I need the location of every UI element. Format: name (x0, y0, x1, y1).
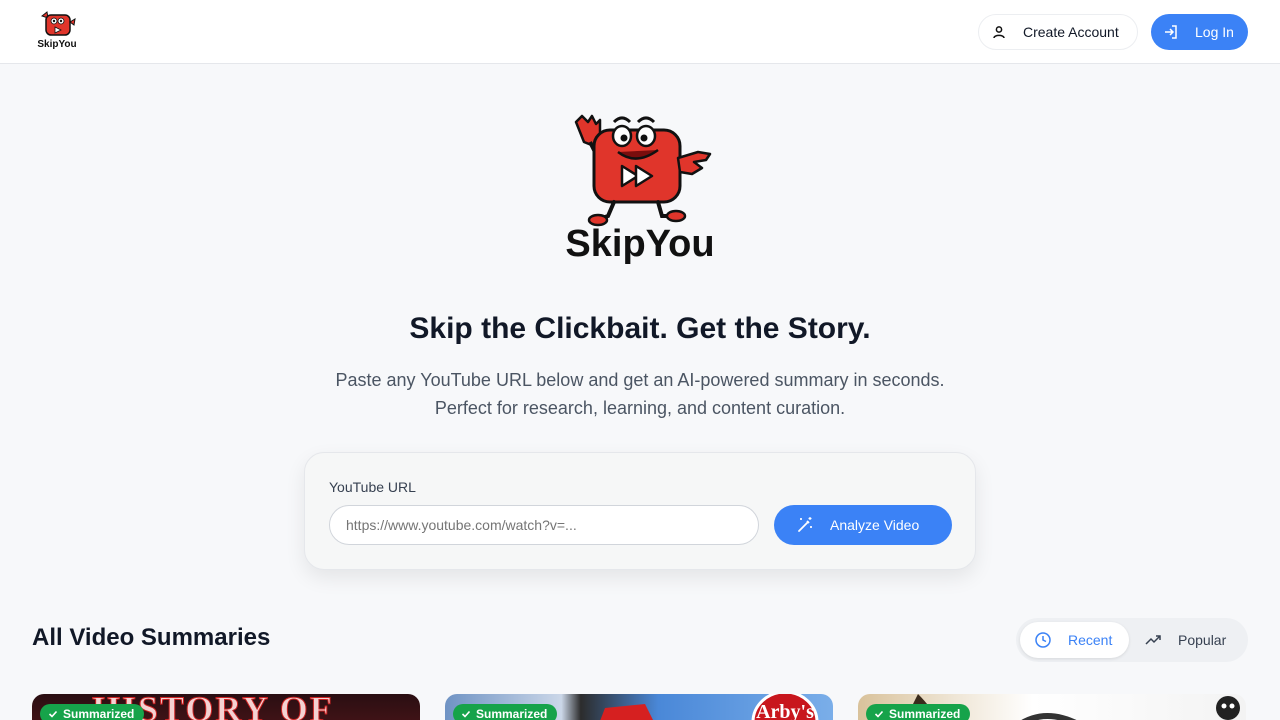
hero-logo-text: SkipYou (566, 223, 714, 265)
summarized-badge: Summarized (40, 704, 145, 720)
analyze-video-label: Analyze Video (830, 517, 920, 533)
create-account-button[interactable]: Create Account (978, 14, 1138, 50)
summarized-badge-label: Summarized (476, 707, 548, 720)
check-icon (874, 709, 884, 719)
check-icon (461, 709, 471, 719)
summarized-badge: Summarized (453, 704, 558, 720)
summarized-badge-label: Summarized (63, 707, 135, 720)
video-card[interactable]: Arby's Summarized (445, 694, 833, 720)
tab-popular[interactable]: Popular (1136, 622, 1244, 658)
top-nav: SkipYou Create Account Log In (0, 0, 1280, 64)
sort-toggle: Recent Popular (1016, 618, 1248, 662)
tab-popular-label: Popular (1178, 632, 1227, 648)
hero-subtitle-line2: Perfect for research, learning, and cont… (434, 398, 846, 418)
login-label: Log In (1195, 24, 1234, 40)
video-card[interactable]: HISTORY OF Summarized (32, 694, 420, 720)
hero-title: Skip the Clickbait. Get the Story. (409, 312, 871, 345)
user-icon (991, 24, 1007, 40)
tab-recent[interactable]: Recent (1020, 622, 1129, 658)
trending-up-icon (1144, 631, 1162, 649)
login-button[interactable]: Log In (1151, 14, 1248, 50)
hero-subtitle-line1: Paste any YouTube URL below and get an A… (335, 370, 945, 390)
create-account-label: Create Account (1023, 24, 1119, 40)
brand-logo-text: SkipYou (37, 39, 76, 50)
hero-logo: SkipYou (565, 112, 715, 268)
summarized-badge: Summarized (866, 704, 971, 720)
magic-wand-icon (796, 516, 814, 534)
summaries-section-title: All Video Summaries (32, 624, 271, 651)
summarized-badge-label: Summarized (889, 707, 961, 720)
video-card[interactable]: Summarized (858, 694, 1246, 720)
video-thumbnail-text: Arby's (756, 701, 814, 720)
login-icon (1163, 24, 1179, 40)
brand-logo[interactable]: SkipYou (36, 10, 78, 52)
youtube-url-label: YouTube URL (329, 479, 416, 495)
youtube-url-input[interactable] (329, 505, 759, 545)
tab-recent-label: Recent (1068, 632, 1113, 648)
clock-icon (1034, 631, 1052, 649)
hero-subtitle: Paste any YouTube URL below and get an A… (0, 366, 1280, 422)
url-form-card: YouTube URL Analyze Video (304, 452, 976, 570)
analyze-video-button[interactable]: Analyze Video (774, 505, 952, 545)
check-icon (48, 709, 58, 719)
